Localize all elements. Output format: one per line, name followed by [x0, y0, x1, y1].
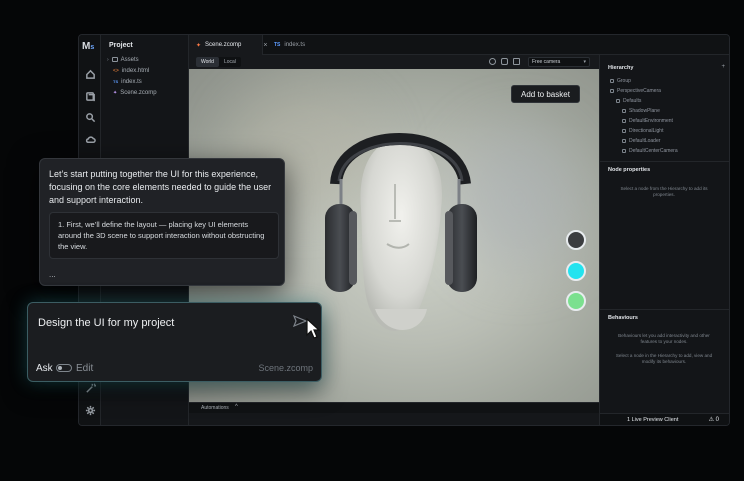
folder-icon — [111, 57, 118, 62]
hierarchy-item-defaultloader[interactable]: DefaultLoader — [622, 137, 660, 145]
warning-icon: ⚠ — [708, 417, 716, 423]
light-icon — [622, 129, 626, 133]
tab-label: index.ts — [284, 42, 306, 48]
hierarchy-item-label: PerspectiveCamera — [617, 88, 661, 94]
plane-icon — [622, 109, 626, 113]
app-logo[interactable]: Ms — [82, 41, 94, 52]
mode-ask-label[interactable]: Ask — [36, 363, 53, 374]
wand-icon[interactable] — [83, 381, 97, 395]
assistant-step-item: 1. First, we’ll define the layout — plac… — [49, 212, 279, 259]
automations-bar: Automations ^ — [189, 402, 599, 413]
color-swatch-green[interactable] — [566, 291, 586, 311]
scene-file-icon: ✦ — [196, 42, 202, 49]
node-properties-title: Node properties — [608, 167, 651, 173]
divider — [600, 309, 729, 310]
mode-edit-label[interactable]: Edit — [76, 363, 93, 374]
tab-label: Scene.zcomp — [205, 42, 242, 48]
tab-scene-zcomp[interactable]: ✦ Scene.zcomp × — [189, 35, 267, 55]
world-button[interactable]: World — [196, 57, 219, 67]
viewport-icons — [489, 58, 520, 65]
hierarchy-item-label: ShadowPlane — [629, 108, 660, 114]
context-file-chip[interactable]: Scene.zcomp — [258, 363, 313, 373]
mouse-pointer-icon — [306, 318, 321, 339]
face-model — [360, 139, 442, 331]
behaviours-empty-primary: Behaviours let you add interactivity and… — [618, 333, 710, 344]
grid-icon[interactable] — [513, 58, 520, 65]
hierarchy-item-defaultenvironment[interactable]: DefaultEnvironment — [622, 117, 673, 125]
inspector-panel: Hierarchy + Group PerspectiveCamera Defa… — [599, 55, 729, 425]
hierarchy-item-label: DefaultCenterCamera — [629, 148, 678, 154]
tree-item-scene[interactable]: ✦ Scene.zcomp — [113, 88, 157, 97]
node-properties-empty: Select a node from the Hierarchy to add … — [620, 186, 708, 197]
warning-count[interactable]: ⚠ 0 — [709, 416, 719, 423]
tab-index-ts[interactable]: TS index.ts — [267, 35, 312, 55]
node-icon — [610, 79, 614, 83]
tree-item-index-ts[interactable]: TS index.ts — [113, 77, 142, 86]
automations-button[interactable]: Automations — [201, 405, 229, 411]
home-icon[interactable] — [83, 67, 97, 81]
folder-icon — [616, 99, 620, 103]
cloud-icon[interactable] — [83, 132, 97, 146]
tree-item-assets[interactable]: › Assets — [107, 55, 139, 64]
color-swatch-charcoal[interactable] — [566, 230, 586, 250]
hierarchy-item-label: Defaults — [623, 98, 642, 104]
hierarchy-item-directionallight[interactable]: DirectionalLight — [622, 127, 663, 135]
hierarchy-title: Hierarchy — [608, 65, 634, 71]
chevron-right-icon: › — [107, 56, 109, 63]
add-node-button[interactable]: + — [721, 64, 725, 70]
ts-file-icon: TS — [274, 42, 281, 48]
scene-file-icon: ✦ — [113, 89, 118, 96]
camera-icon — [610, 89, 614, 93]
warning-count-value: 0 — [715, 417, 719, 423]
prompt-input[interactable]: Design the UI for my project — [38, 317, 174, 329]
mode-toggle[interactable] — [56, 364, 72, 372]
search-icon[interactable] — [83, 110, 97, 124]
hierarchy-item-label: DirectionalLight — [629, 128, 664, 134]
tab-bar: ✦ Scene.zcomp × TS index.ts — [189, 35, 729, 55]
tree-item-label: Assets — [120, 56, 139, 63]
assistant-message-card: Let’s start putting together the UI for … — [39, 158, 285, 286]
assistant-intro-text: Let’s start putting together the UI for … — [49, 169, 272, 205]
tree-item-index-html[interactable]: <> index.html — [113, 66, 149, 75]
hierarchy-item-perspectivecamera[interactable]: PerspectiveCamera — [610, 87, 661, 95]
right-cushion — [445, 211, 453, 285]
behaviours-empty-secondary: Select a node in the Hierarchy to add, v… — [615, 353, 713, 364]
chevron-up-icon[interactable]: ^ — [235, 404, 238, 410]
view-icon[interactable] — [501, 58, 508, 65]
assistant-more-indicator: ... — [49, 270, 56, 279]
transform-space-toggle: World Local — [196, 57, 241, 67]
ts-file-icon: TS — [113, 79, 119, 84]
html-file-icon: <> — [113, 67, 119, 74]
viewport-toolbar: World Local Free camera ▾ — [189, 55, 599, 69]
divider — [600, 161, 729, 162]
behaviours-title: Behaviours — [608, 315, 638, 321]
add-to-basket-button[interactable]: Add to basket — [511, 85, 580, 103]
files-icon[interactable] — [83, 89, 97, 103]
camera-select[interactable]: Free camera ▾ — [528, 57, 590, 67]
tree-item-label: index.html — [121, 67, 150, 74]
project-title: Project — [109, 42, 133, 49]
environment-icon — [622, 119, 626, 123]
sun-icon[interactable] — [489, 58, 496, 65]
color-swatch-cyan[interactable] — [566, 261, 586, 281]
hierarchy-item-label: DefaultEnvironment — [629, 118, 673, 124]
prompt-composer[interactable]: Design the UI for my project Ask Edit Sc… — [27, 302, 322, 382]
left-cushion — [349, 211, 357, 285]
tree-item-label: index.ts — [121, 78, 142, 85]
hierarchy-item-group[interactable]: Group — [610, 77, 631, 85]
status-bar: 1 Live Preview Client ⚠ 0 — [600, 413, 729, 425]
camera-select-value: Free camera — [532, 59, 561, 65]
camera-icon — [622, 149, 626, 153]
hierarchy-item-defaults[interactable]: Defaults — [616, 97, 641, 105]
hierarchy-item-label: Group — [617, 78, 631, 84]
hierarchy-item-shadowplane[interactable]: ShadowPlane — [622, 107, 660, 115]
live-preview-status[interactable]: 1 Live Preview Client — [627, 417, 678, 423]
chevron-down-icon: ▾ — [583, 59, 586, 65]
local-button[interactable]: Local — [219, 57, 241, 67]
hierarchy-item-defaultcentercamera[interactable]: DefaultCenterCamera — [622, 147, 678, 155]
gear-icon[interactable] — [83, 403, 97, 417]
tree-item-label: Scene.zcomp — [120, 89, 157, 96]
loader-icon — [622, 139, 626, 143]
hierarchy-item-label: DefaultLoader — [629, 138, 661, 144]
